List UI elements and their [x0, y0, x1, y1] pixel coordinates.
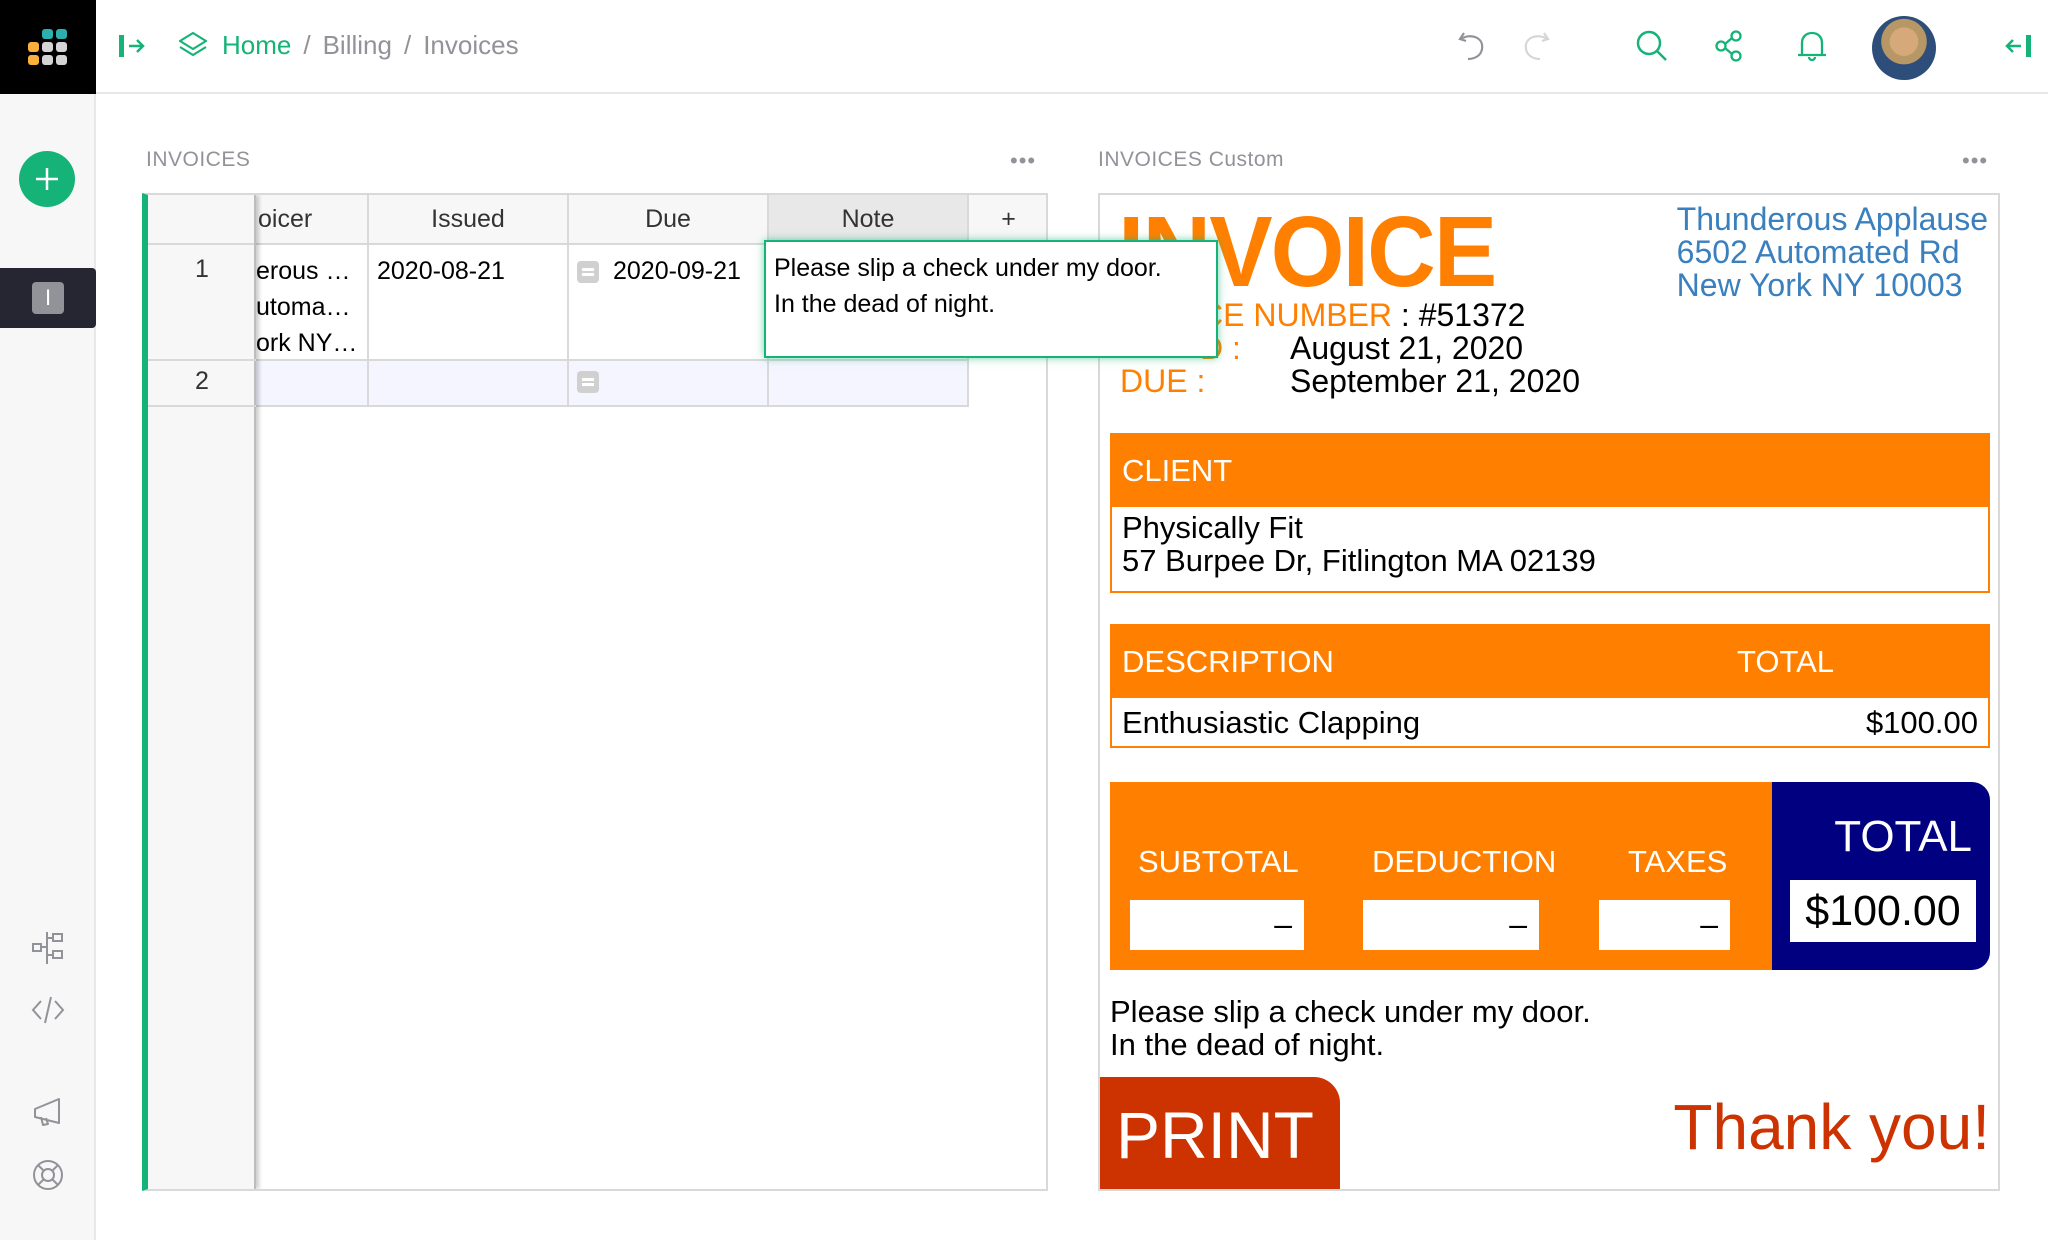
- taxes-label: TAXES: [1628, 844, 1728, 879]
- thank-you-text: Thank you!: [1673, 1091, 1990, 1163]
- page-item-invoices[interactable]: I: [0, 268, 96, 328]
- taxes-value: –: [1599, 900, 1730, 950]
- item-row: Enthusiastic Clapping $100.00: [1112, 698, 1988, 746]
- row-number[interactable]: 1: [148, 245, 256, 361]
- issued-value: 2020-08-21: [377, 257, 505, 285]
- invoicer-line: erous …: [256, 257, 351, 285]
- announcements-icon[interactable]: [30, 1094, 66, 1130]
- invoices-panel-menu[interactable]: •••: [1010, 148, 1036, 174]
- formula-icon: [577, 261, 599, 284]
- due-value: September 21, 2020: [1290, 363, 1580, 399]
- column-header-due[interactable]: Due: [569, 195, 769, 245]
- print-button[interactable]: PRINT: [1100, 1077, 1340, 1189]
- totals-section: SUBTOTAL – DEDUCTION – TAXES – TOTAL $10…: [1110, 782, 1990, 970]
- breadcrumb: Home / Billing / Invoices: [176, 28, 519, 62]
- top-bar: Home / Billing / Invoices: [96, 0, 2048, 94]
- client-header: CLIENT: [1112, 435, 1988, 507]
- cell-invoicer[interactable]: erous … utoma… ork NY…: [256, 245, 369, 361]
- items-box: DESCRIPTION TOTAL Enthusiastic Clapping …: [1110, 624, 1990, 748]
- cell-issued[interactable]: [369, 361, 569, 407]
- plus-icon: [36, 168, 58, 190]
- app-logo[interactable]: [0, 0, 96, 94]
- grand-total-value: $100.00: [1790, 880, 1976, 942]
- cell-due[interactable]: 2020-09-21: [569, 245, 769, 361]
- total-header: TOTAL: [1736, 644, 1834, 679]
- undo-icon[interactable]: [1454, 28, 1490, 64]
- breadcrumb-separator: /: [403, 29, 412, 60]
- bell-icon[interactable]: [1794, 28, 1830, 64]
- search-icon[interactable]: [1634, 28, 1670, 64]
- description-header: DESCRIPTION: [1122, 644, 1334, 679]
- invoice-number-label: CE NUMBER: [1200, 297, 1393, 333]
- deduction-value: –: [1363, 900, 1539, 950]
- subtotal-value: –: [1130, 900, 1304, 950]
- due-label: DUE :: [1120, 363, 1206, 399]
- cell-invoicer[interactable]: [256, 361, 369, 407]
- due-date: DUE : September 21, 2020: [1120, 363, 1580, 400]
- custom-panel-title[interactable]: INVOICES Custom: [1098, 148, 1284, 172]
- expand-left-panel-icon[interactable]: [114, 28, 150, 64]
- invoice-note: Please slip a check under my door. In th…: [1110, 994, 1591, 1062]
- due-value: 2020-09-21: [613, 257, 741, 285]
- column-header-invoicer[interactable]: oicer: [256, 195, 369, 245]
- formula-icon: [577, 371, 599, 394]
- row-number[interactable]: 2: [148, 361, 256, 407]
- deduction-label: DEDUCTION: [1372, 844, 1557, 879]
- grist-logo-icon: [28, 29, 67, 65]
- layers-icon: [178, 31, 208, 57]
- subtotal-label: SUBTOTAL: [1138, 844, 1299, 879]
- breadcrumb-home[interactable]: Home: [222, 30, 291, 61]
- biller-address: Thunderous Applause 6502 Automated Rd Ne…: [1677, 203, 1988, 302]
- share-icon[interactable]: [1712, 28, 1748, 64]
- invoicer-line: ork NY…: [256, 329, 358, 357]
- raw-data-icon[interactable]: [30, 930, 66, 966]
- biller-name: Thunderous Applause: [1676, 201, 1988, 237]
- collapse-right-panel-icon[interactable]: [2000, 28, 2036, 64]
- invoicer-line: utoma…: [256, 293, 351, 321]
- avatar[interactable]: [1872, 16, 1936, 80]
- page-initial: I: [32, 282, 64, 314]
- code-view-icon[interactable]: [30, 992, 66, 1028]
- column-header-issued[interactable]: Issued: [369, 195, 569, 245]
- invoice-custom-widget: INVOICE Thunderous Applause 6502 Automat…: [1098, 193, 2000, 1191]
- client-name: Physically Fit: [1122, 510, 1303, 545]
- row-number-column: 1 2: [148, 195, 256, 1189]
- breadcrumb-billing[interactable]: Billing: [323, 30, 392, 61]
- item-description: Enthusiastic Clapping: [1122, 704, 1421, 740]
- left-sidebar: I: [0, 94, 96, 1240]
- client-box: CLIENT Physically Fit 57 Burpee Dr, Fitl…: [1110, 433, 1990, 593]
- add-new-button[interactable]: [19, 151, 75, 207]
- cell-note[interactable]: [769, 361, 969, 407]
- breadcrumb-separator: /: [303, 29, 311, 60]
- column-header-note[interactable]: Note: [769, 195, 969, 245]
- breadcrumb-invoices[interactable]: Invoices: [423, 30, 518, 61]
- cell-issued[interactable]: 2020-08-21: [369, 245, 569, 361]
- biller-city: New York NY 10003: [1676, 267, 1963, 303]
- invoice-number-value: : #51372: [1392, 297, 1526, 333]
- issued-value: August 21, 2020: [1290, 330, 1524, 366]
- biller-street: 6502 Automated Rd: [1676, 234, 1960, 270]
- custom-panel-menu[interactable]: •••: [1962, 148, 1988, 174]
- client-address: 57 Burpee Dr, Fitlington MA 02139: [1122, 543, 1596, 578]
- add-column-button[interactable]: +: [969, 195, 1046, 245]
- grand-total-label: TOTAL: [1834, 812, 1972, 861]
- redo-icon[interactable]: [1518, 28, 1554, 64]
- cell-due[interactable]: [569, 361, 769, 407]
- note-cell-editor[interactable]: Please slip a check under my door. In th…: [764, 240, 1218, 358]
- invoices-panel-title[interactable]: INVOICES: [146, 148, 250, 172]
- help-icon[interactable]: [30, 1157, 66, 1193]
- item-total: $100.00: [1865, 704, 1978, 740]
